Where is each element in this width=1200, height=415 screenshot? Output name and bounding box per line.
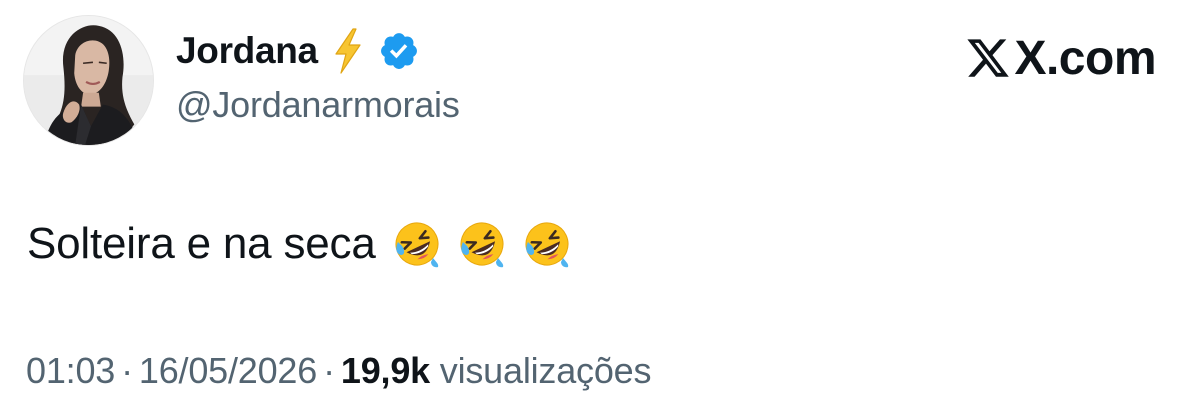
display-name-row: Jordana — [176, 26, 420, 76]
rolling-on-floor-laughing-icon — [458, 220, 506, 268]
tweet-meta: 01:03 · 16/05/2026 · 19,9k visualizações — [26, 350, 651, 392]
rolling-on-floor-laughing-icon — [523, 220, 571, 268]
tweet-body: Solteira e na seca — [27, 212, 571, 276]
meta-separator: · — [323, 350, 335, 391]
tweet-date[interactable]: 16/05/2026 — [139, 350, 317, 391]
meta-separator: · — [121, 350, 133, 391]
avatar[interactable] — [23, 15, 154, 146]
rolling-on-floor-laughing-icon — [393, 220, 441, 268]
views-label: visualizações — [439, 350, 652, 391]
verified-badge-icon[interactable] — [378, 30, 420, 72]
brand-text: X.com — [1014, 31, 1156, 85]
tweet-text: Solteira e na seca — [27, 219, 376, 268]
x-logo-icon — [964, 35, 1012, 81]
avatar-photo — [24, 16, 153, 145]
tweet-time[interactable]: 01:03 — [26, 350, 115, 391]
tweet-card: Jordana @Jordanarmorais X.com Solteira e… — [0, 0, 1200, 415]
brand-watermark: X.com — [964, 28, 1156, 88]
display-name[interactable]: Jordana — [176, 30, 318, 72]
lightning-bolt-icon — [332, 28, 364, 74]
user-handle[interactable]: @Jordanarmorais — [176, 84, 460, 126]
views-count[interactable]: 19,9k — [341, 350, 430, 391]
